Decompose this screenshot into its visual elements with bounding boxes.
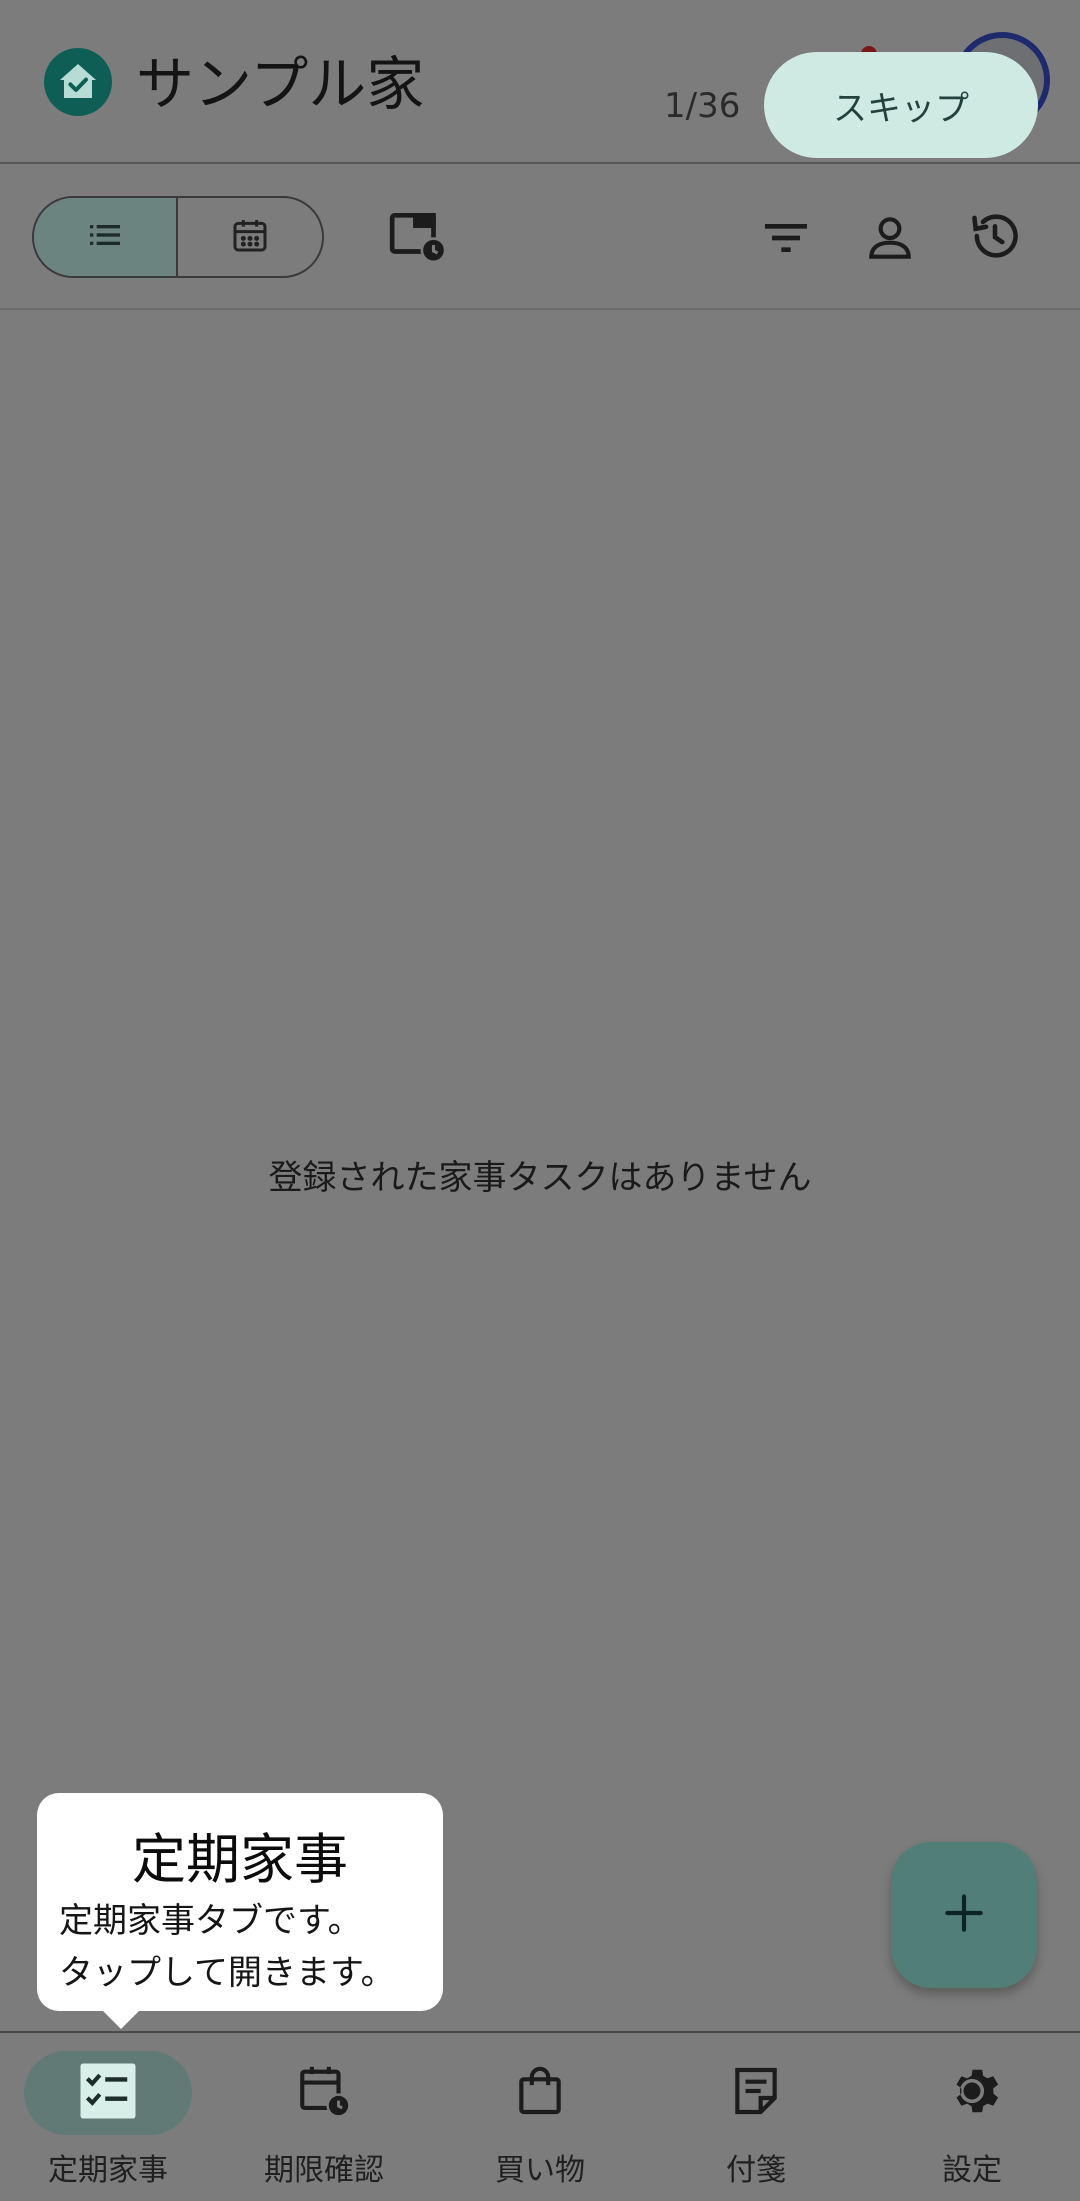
app-header: サンプル家 1/36 スキップ <box>0 0 1080 164</box>
home-check-icon <box>44 48 112 116</box>
toolbar <box>0 166 1080 310</box>
nav-tab-shopping[interactable]: 買い物 <box>432 2033 648 2201</box>
list-view-button[interactable] <box>34 198 179 276</box>
calendar-clock-icon <box>295 2062 353 2124</box>
plus-icon <box>939 1888 989 1942</box>
bottom-navigation: 定期家事 期限確認 買い物 付箋 設定 <box>0 2031 1080 2201</box>
gear-icon <box>943 2062 1001 2124</box>
nav-tab-recurring-chores[interactable]: 定期家事 <box>0 2033 216 2201</box>
nav-tab-sticky-notes[interactable]: 付箋 <box>648 2033 864 2201</box>
tooltip-line-1: 定期家事タブです。 <box>59 1901 362 1941</box>
calendar-view-button[interactable] <box>178 198 322 276</box>
nav-label: 設定 <box>942 2153 1002 2188</box>
nav-label: 買い物 <box>495 2153 585 2188</box>
sticky-note-icon <box>728 2063 784 2123</box>
nav-label: 付箋 <box>726 2153 786 2188</box>
tutorial-tooltip: 定期家事 定期家事タブです。 タップして開きます。 <box>37 1793 443 2029</box>
nav-label: 定期家事 <box>48 2153 168 2188</box>
list-icon <box>85 215 125 259</box>
history-icon[interactable] <box>963 204 1027 268</box>
shopping-bag-icon <box>512 2063 568 2123</box>
add-task-button[interactable] <box>891 1842 1037 1988</box>
tooltip-title: 定期家事 <box>132 1828 348 1891</box>
calendar-clock-icon[interactable] <box>386 204 450 268</box>
checklist-icon <box>75 2058 141 2128</box>
tutorial-step-counter: 1/36 <box>664 86 741 126</box>
filter-icon[interactable] <box>754 206 818 270</box>
calendar-icon <box>230 215 270 259</box>
empty-state-message: 登録された家事タスクはありません <box>268 1158 812 1198</box>
skip-button[interactable]: スキップ <box>764 52 1038 158</box>
nav-label: 期限確認 <box>264 2153 384 2188</box>
page-title: サンプル家 <box>136 50 425 118</box>
tooltip-line-2: タップして開きます。 <box>59 1953 395 1993</box>
nav-tab-settings[interactable]: 設定 <box>864 2033 1080 2201</box>
person-icon[interactable] <box>858 206 922 270</box>
view-toggle <box>32 196 324 278</box>
nav-tab-deadline-check[interactable]: 期限確認 <box>216 2033 432 2201</box>
